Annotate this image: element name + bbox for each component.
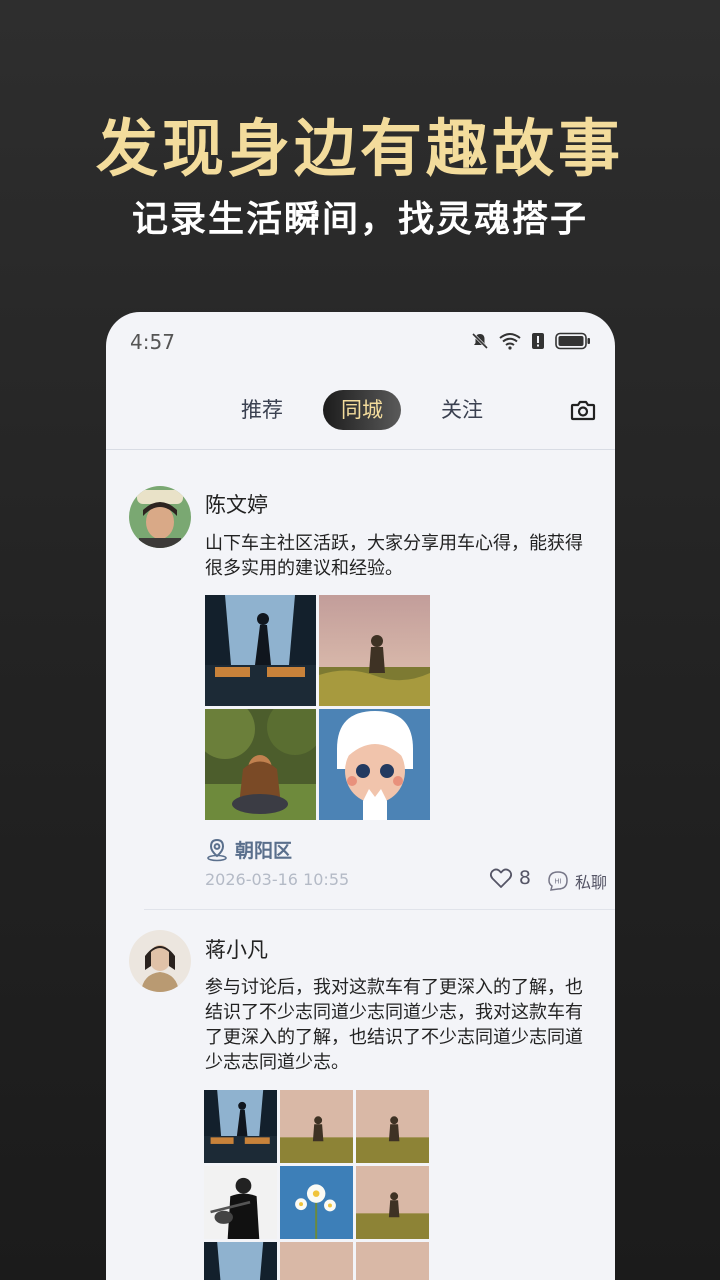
promo-subline: 记录生活瞬间，找灵魂搭子 [131, 199, 588, 240]
photo-thumb[interactable] [280, 1166, 353, 1239]
photo-thumb[interactable] [356, 1166, 429, 1239]
status-bar: 4:57 [106, 312, 615, 372]
location-tag[interactable]: 朝阳区 [205, 836, 292, 863]
chat-hi-icon: HI [548, 871, 568, 891]
tab-following[interactable]: 关注 [426, 390, 498, 430]
post-username[interactable]: 陈文婷 [205, 489, 268, 519]
post-username[interactable]: 蒋小凡 [205, 934, 268, 964]
post-content: 参与讨论后，我对这款车有了更深入的了解，也结识了不少志同道少志同道少志，我对这款… [205, 977, 583, 1073]
photo-thumb[interactable] [319, 709, 430, 820]
post-card[interactable]: 蒋小凡 参与讨论后，我对这款车有了更深入的了解，也结识了不少志同道少志同道少志，… [106, 930, 615, 1280]
post-card[interactable]: 陈文婷 山下车主社区活跃，大家分享用车心得，能获得很多实用的建议和经验。 朝阳区… [106, 484, 615, 914]
tab-nearby[interactable]: 同城 [323, 390, 401, 430]
svg-text:HI: HI [554, 878, 561, 886]
chat-label: 私聊 [574, 873, 607, 892]
private-chat-button[interactable]: HI 私聊 [547, 869, 607, 893]
post-divider [144, 909, 615, 910]
heart-icon [489, 868, 512, 888]
status-icons [471, 330, 591, 352]
avatar[interactable] [129, 486, 191, 548]
status-time: 4:57 [130, 330, 175, 354]
mute-bell-icon [471, 332, 489, 350]
photo-thumb[interactable] [204, 1166, 277, 1239]
photo-thumb[interactable] [356, 1090, 429, 1163]
photo-thumb[interactable] [204, 1242, 277, 1280]
like-button[interactable]: 8 [489, 867, 531, 889]
like-count: 8 [518, 867, 531, 889]
photo-thumb[interactable] [205, 595, 316, 706]
photo-thumb[interactable] [319, 595, 430, 706]
wifi-icon [499, 333, 521, 350]
battery-icon [555, 332, 590, 350]
feed-tabs: 推荐 同城 关注 [106, 390, 615, 450]
photo-thumb[interactable] [280, 1242, 353, 1280]
camera-icon[interactable] [569, 396, 597, 424]
tabs-divider [106, 449, 615, 450]
avatar[interactable] [129, 930, 191, 992]
photo-thumb[interactable] [205, 709, 316, 820]
location-pin-icon [207, 838, 227, 861]
post-content: 山下车主社区活跃，大家分享用车心得，能获得很多实用的建议和经验。 [205, 533, 583, 579]
alert-icon [532, 333, 544, 349]
phone-frame: 4:57 推荐 同城 关注 陈文婷 山下车主社区活跃，大家分享用车心得，能获得很… [106, 312, 615, 1280]
post-time: 2026-03-16 10:55 [205, 870, 350, 889]
photo-thumb[interactable] [280, 1090, 353, 1163]
promo-headline: 发现身边有趣故事 [95, 112, 624, 185]
photo-thumb[interactable] [356, 1242, 429, 1280]
location-label: 朝阳区 [235, 840, 293, 862]
photo-thumb[interactable] [204, 1090, 277, 1163]
tab-recommend[interactable]: 推荐 [226, 390, 298, 430]
